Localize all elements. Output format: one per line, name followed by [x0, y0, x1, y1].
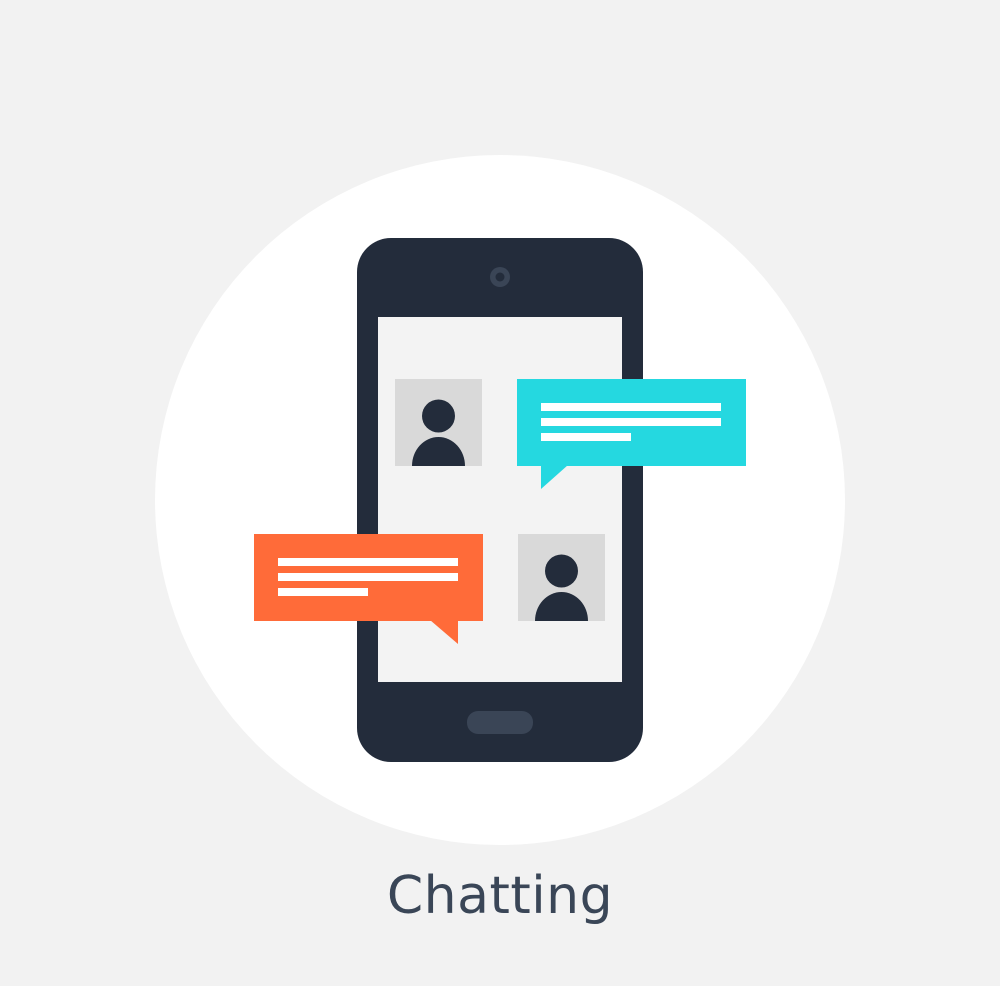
user-avatar-icon: [518, 534, 605, 621]
smartphone-icon: [357, 238, 643, 762]
phone-home-button: [467, 711, 533, 734]
caption-title: Chatting: [386, 866, 614, 926]
message-line: [541, 403, 721, 411]
message-line: [278, 573, 458, 581]
phone-screen: [378, 317, 622, 682]
message-line: [278, 558, 458, 566]
message-line: [541, 433, 631, 441]
message-line: [278, 588, 368, 596]
message-line: [541, 418, 721, 426]
user-avatar-icon: [395, 379, 482, 466]
chatting-illustration: [155, 155, 845, 845]
